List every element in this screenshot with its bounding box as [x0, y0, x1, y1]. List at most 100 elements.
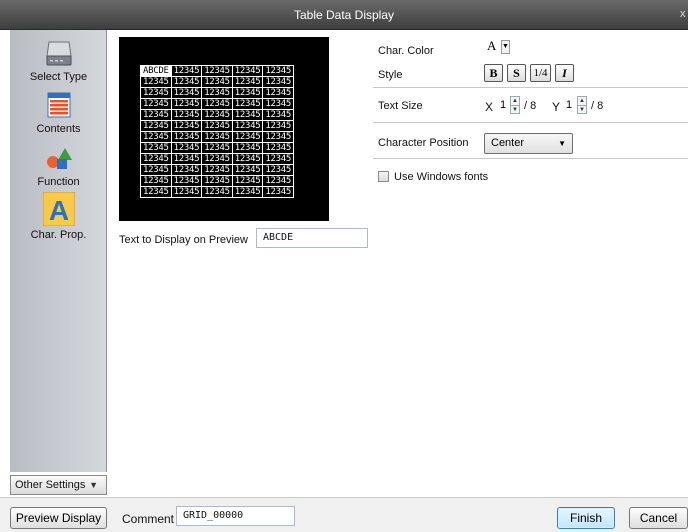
grid-cell: 12345	[170, 175, 203, 187]
grid-cell: 12345	[140, 142, 172, 154]
grid-cell: 12345	[201, 153, 233, 165]
grid-row: ABCDE 12345 12345 12345 12345	[140, 65, 294, 77]
grid-row: 12345 12345 12345 12345 12345	[140, 153, 294, 165]
comment-label: Comment	[122, 512, 175, 526]
grid-row: 12345 12345 12345 12345 12345	[140, 186, 294, 198]
sidebar-item-label: Char. Prop.	[30, 229, 87, 241]
y-size-stepper[interactable]: ▲ ▼	[577, 96, 587, 114]
bold-button[interactable]: B	[484, 64, 503, 82]
color-a-icon: A	[487, 38, 497, 53]
grid-cell: 12345	[231, 109, 264, 121]
grid-cell: 12345	[262, 175, 294, 187]
sidebar-item-contents[interactable]: Contents	[10, 90, 107, 135]
other-settings-label: Other Settings	[15, 479, 86, 491]
grid-cell: 12345	[262, 76, 294, 88]
grid-cell: 12345	[231, 87, 264, 99]
grid-cell: 12345	[201, 109, 233, 121]
grid-cell: 12345	[262, 87, 294, 99]
chevron-down-icon[interactable]: ▼	[501, 40, 510, 54]
chevron-down-icon: ▼	[558, 139, 566, 148]
grid-cell: 12345	[140, 120, 172, 132]
grid-cell: 12345	[140, 109, 172, 121]
quarter-size-button[interactable]: 1/4	[530, 64, 551, 82]
svg-text:A: A	[48, 195, 68, 226]
close-icon[interactable]: x	[680, 8, 688, 20]
grid-row: 12345 12345 12345 12345 12345	[140, 76, 294, 88]
grid-cell: 12345	[201, 65, 233, 77]
grid-cell: 12345	[262, 98, 294, 110]
grid-row: 12345 12345 12345 12345 12345	[140, 175, 294, 187]
grid-cell: 12345	[170, 120, 203, 132]
grid-cell: 12345	[201, 175, 233, 187]
x-size-stepper[interactable]: ▲ ▼	[510, 96, 520, 114]
preview-display-button[interactable]: Preview Display	[10, 507, 107, 529]
char-position-select[interactable]: Center ▼	[484, 133, 573, 154]
letter-a-icon: A	[42, 191, 75, 227]
sidebar-item-function[interactable]: Function	[10, 143, 107, 188]
grid-cell: 12345	[262, 142, 294, 154]
y-size-input[interactable]: 1	[563, 97, 575, 113]
grid-cell: 12345	[170, 131, 203, 143]
grid-cell: 12345	[231, 142, 264, 154]
shadow-button[interactable]: S	[507, 64, 526, 82]
grid-cell: 12345	[170, 186, 203, 198]
shapes-icon	[44, 143, 74, 173]
grid-cell: 12345	[201, 76, 233, 88]
finish-button[interactable]: Finish	[557, 507, 615, 529]
grid-cell: 12345	[262, 186, 294, 198]
grid-cell: 12345	[140, 164, 172, 176]
grid-cell: 12345	[140, 175, 172, 187]
grid-cell: 12345	[262, 65, 294, 77]
grid-cell: 12345	[262, 109, 294, 121]
grid-cell: 12345	[140, 76, 172, 88]
grid-cell: 12345	[201, 131, 233, 143]
grid-row: 12345 12345 12345 12345 12345	[140, 109, 294, 121]
grid-cell: 12345	[201, 164, 233, 176]
preview-grid: ABCDE 12345 12345 12345 12345 12345 12345 12345…	[140, 65, 294, 198]
use-windows-fonts-checkbox[interactable]	[378, 171, 389, 182]
grid-row: 12345 12345 12345 12345 12345	[140, 131, 294, 143]
grid-cell: 12345	[262, 164, 294, 176]
italic-button[interactable]: I	[555, 64, 574, 82]
char-position-label: Character Position	[378, 137, 469, 149]
chevron-down-icon: ▼	[89, 480, 98, 490]
grid-cell: 12345	[231, 120, 264, 132]
y-label: Y	[552, 100, 561, 114]
y-suffix: / 8	[591, 100, 604, 112]
sidebar: Select Type Contents Function A Char. Pr…	[10, 30, 107, 472]
grid-row: 12345 12345 12345 12345 12345	[140, 142, 294, 154]
grid-row: 12345 12345 12345 12345 12345	[140, 98, 294, 110]
other-settings-button[interactable]: Other Settings ▼	[10, 475, 107, 495]
grid-cell: 12345	[170, 142, 203, 154]
grid-cell: 12345	[201, 142, 233, 154]
x-size-input[interactable]: 1	[497, 97, 509, 113]
grid-cell: 12345	[262, 131, 294, 143]
grid-cell: 12345	[170, 76, 203, 88]
char-position-value: Center	[491, 137, 525, 149]
x-suffix: / 8	[524, 100, 537, 112]
table-icon	[44, 90, 74, 120]
grid-row: 12345 12345 12345 12345 12345	[140, 87, 294, 99]
comment-input[interactable]: GRID_00000	[176, 506, 295, 526]
drive-icon	[44, 38, 74, 68]
char-color-picker[interactable]: A ▼	[485, 38, 510, 56]
grid-cell: 12345	[170, 98, 203, 110]
grid-cell: 12345	[140, 98, 172, 110]
grid-cell: ABCDE	[140, 65, 172, 77]
sidebar-item-char-prop[interactable]: A Char. Prop.	[10, 191, 107, 241]
grid-cell: 12345	[170, 153, 203, 165]
grid-cell: 12345	[201, 87, 233, 99]
title-bar: Table Data Display x	[0, 0, 688, 30]
grid-cell: 12345	[262, 153, 294, 165]
cancel-button[interactable]: Cancel	[629, 507, 688, 529]
grid-cell: 12345	[262, 120, 294, 132]
sidebar-item-select-type[interactable]: Select Type	[10, 38, 107, 83]
grid-cell: 12345	[201, 120, 233, 132]
grid-cell: 12345	[170, 109, 203, 121]
sidebar-item-label: Select Type	[29, 71, 88, 83]
use-windows-fonts-label: Use Windows fonts	[394, 171, 489, 183]
preview-text-input[interactable]: ABCDE	[256, 228, 368, 248]
preview-text-label: Text to Display on Preview	[119, 234, 248, 246]
divider	[373, 158, 688, 159]
grid-cell: 12345	[231, 153, 264, 165]
